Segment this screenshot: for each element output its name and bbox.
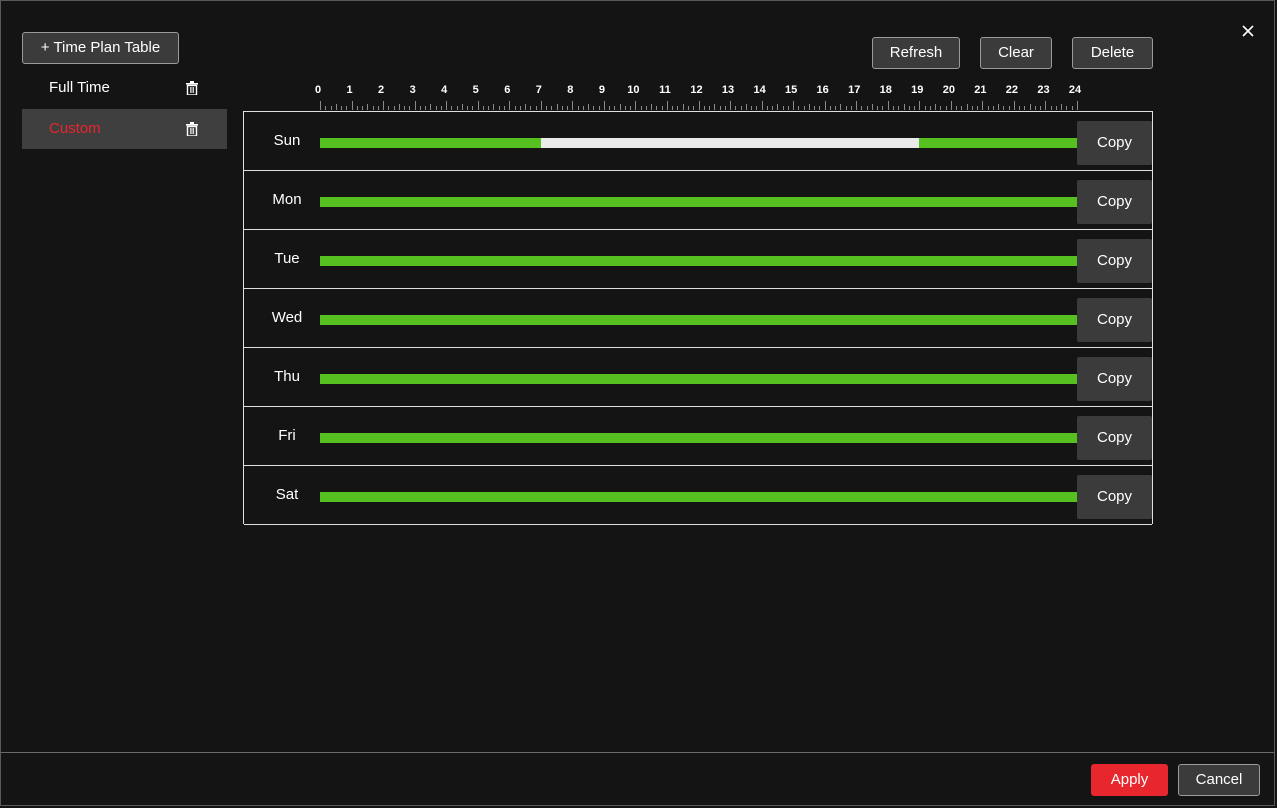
copy-button[interactable]: Copy bbox=[1077, 239, 1152, 283]
plan-item-custom[interactable]: Custom bbox=[22, 109, 227, 149]
add-time-plan-button[interactable]: + Time Plan Table bbox=[22, 32, 179, 64]
trash-icon[interactable] bbox=[186, 122, 198, 137]
trash-icon[interactable] bbox=[186, 81, 198, 96]
time-segment[interactable] bbox=[320, 374, 1077, 384]
close-icon[interactable] bbox=[1238, 20, 1258, 42]
time-bar[interactable] bbox=[320, 315, 1077, 325]
weekly-schedule: Sun Copy Mon Copy Tue Copy Wed Copy Thu Copy Fri Co… bbox=[243, 111, 1153, 525]
time-segment[interactable] bbox=[320, 138, 541, 148]
cancel-button[interactable]: Cancel bbox=[1178, 764, 1260, 796]
copy-button[interactable]: Copy bbox=[1077, 416, 1152, 460]
delete-button[interactable]: Delete bbox=[1072, 37, 1153, 69]
day-label: Mon bbox=[272, 191, 302, 208]
copy-button[interactable]: Copy bbox=[1077, 121, 1152, 165]
time-segment[interactable] bbox=[320, 197, 1077, 207]
copy-button[interactable]: Copy bbox=[1077, 298, 1152, 342]
apply-button[interactable]: Apply bbox=[1091, 764, 1168, 796]
copy-button[interactable]: Copy bbox=[1077, 180, 1152, 224]
day-label: Tue bbox=[274, 250, 300, 267]
day-row-mon: Mon Copy bbox=[244, 171, 1152, 230]
day-label: Sun bbox=[273, 132, 301, 149]
day-label: Wed bbox=[271, 309, 303, 326]
footer-divider bbox=[1, 752, 1275, 753]
copy-button[interactable]: Copy bbox=[1077, 475, 1152, 519]
day-row-tue: Tue Copy bbox=[244, 230, 1152, 289]
time-segment[interactable] bbox=[919, 138, 1077, 148]
day-label: Fri bbox=[278, 427, 296, 444]
plan-item-label: Full Time bbox=[49, 79, 110, 96]
day-row-sun: Sun Copy bbox=[244, 112, 1152, 171]
day-row-sat: Sat Copy bbox=[244, 466, 1152, 525]
time-segment[interactable] bbox=[320, 315, 1077, 325]
time-segment[interactable] bbox=[320, 256, 1077, 266]
day-row-fri: Fri Copy bbox=[244, 407, 1152, 466]
day-row-wed: Wed Copy bbox=[244, 289, 1152, 348]
refresh-button[interactable]: Refresh bbox=[872, 37, 960, 69]
day-label: Sat bbox=[275, 486, 299, 503]
copy-button[interactable]: Copy bbox=[1077, 357, 1152, 401]
day-row-thu: Thu Copy bbox=[244, 348, 1152, 407]
time-segment[interactable] bbox=[320, 492, 1077, 502]
time-bar[interactable] bbox=[320, 433, 1077, 443]
time-bar[interactable] bbox=[320, 374, 1077, 384]
time-segment[interactable] bbox=[320, 433, 1077, 443]
time-bar[interactable] bbox=[320, 138, 1077, 148]
plan-item-full-time[interactable]: Full Time bbox=[22, 68, 227, 108]
plan-item-label: Custom bbox=[49, 120, 101, 137]
time-bar[interactable] bbox=[320, 492, 1077, 502]
clear-button[interactable]: Clear bbox=[980, 37, 1052, 69]
day-label: Thu bbox=[274, 368, 300, 385]
time-bar[interactable] bbox=[320, 256, 1077, 266]
time-bar[interactable] bbox=[320, 197, 1077, 207]
